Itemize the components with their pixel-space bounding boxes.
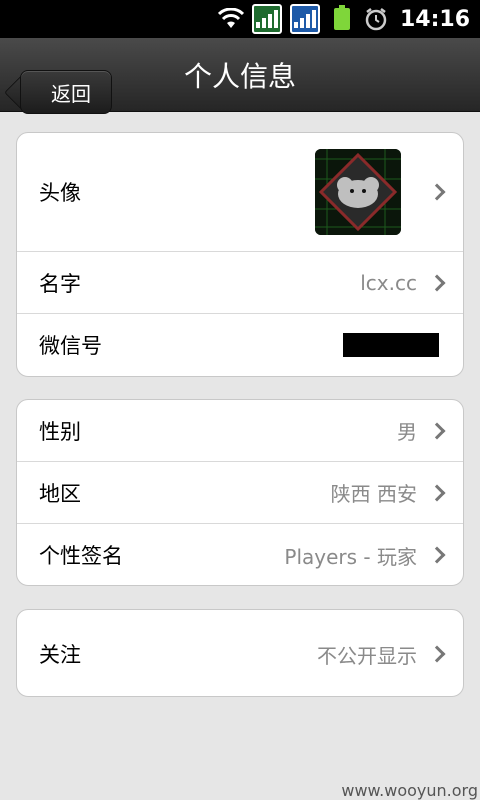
status-time: 14:16 bbox=[399, 6, 470, 32]
chevron-right-icon bbox=[428, 183, 446, 201]
redacted-box bbox=[343, 333, 439, 357]
row-label: 性别 bbox=[39, 419, 81, 444]
avatar-row[interactable]: 头像 bbox=[17, 133, 463, 252]
signal-icon bbox=[251, 4, 282, 34]
watermark: www.wooyun.org bbox=[341, 781, 478, 800]
alarm-icon bbox=[364, 7, 388, 31]
row-label: 个性签名 bbox=[39, 544, 123, 568]
name-row[interactable]: 名字 lcx.cc bbox=[17, 252, 463, 314]
row-label: 地区 bbox=[39, 481, 81, 506]
wechat-id-row[interactable]: 微信号 bbox=[17, 314, 463, 376]
row-label: 关注 bbox=[39, 643, 81, 667]
signature-row[interactable]: 个性签名 Players - 玩家 bbox=[17, 524, 463, 585]
chevron-right-icon bbox=[428, 484, 446, 501]
row-value: 陕西 西安 bbox=[330, 482, 417, 506]
chevron-right-icon bbox=[428, 645, 446, 663]
region-row[interactable]: 地区 陕西 西安 bbox=[17, 462, 463, 524]
row-value: 不公开显示 bbox=[317, 643, 417, 668]
follow-row[interactable]: 关注 不公开显示 bbox=[17, 610, 463, 696]
row-value: lcx.cc bbox=[360, 270, 417, 295]
battery-icon bbox=[333, 5, 350, 30]
row-value: 男 bbox=[397, 420, 417, 444]
status-bar: 14:16 bbox=[0, 0, 480, 38]
profile-group-2: 性别 男 地区 陕西 西安 个性签名 Players - 玩家 bbox=[16, 399, 464, 586]
wifi-icon bbox=[217, 8, 244, 30]
row-value: Players - 玩家 bbox=[284, 544, 417, 569]
chevron-right-icon bbox=[428, 422, 446, 439]
row-label: 微信号 bbox=[39, 334, 102, 358]
nav-bar: 个人信息 返回 bbox=[0, 38, 480, 114]
row-label: 名字 bbox=[39, 271, 81, 296]
profile-group-1: 头像 名字 lcx.cc 微信号 bbox=[16, 132, 464, 377]
gender-row[interactable]: 性别 男 bbox=[17, 400, 463, 462]
row-label: 头像 bbox=[39, 181, 81, 205]
signal-icon bbox=[289, 4, 320, 34]
avatar bbox=[315, 149, 401, 235]
chevron-right-icon bbox=[428, 274, 446, 291]
chevron-right-icon bbox=[428, 546, 446, 564]
profile-group-3: 关注 不公开显示 bbox=[16, 609, 464, 697]
back-button[interactable]: 返回 bbox=[20, 70, 112, 114]
